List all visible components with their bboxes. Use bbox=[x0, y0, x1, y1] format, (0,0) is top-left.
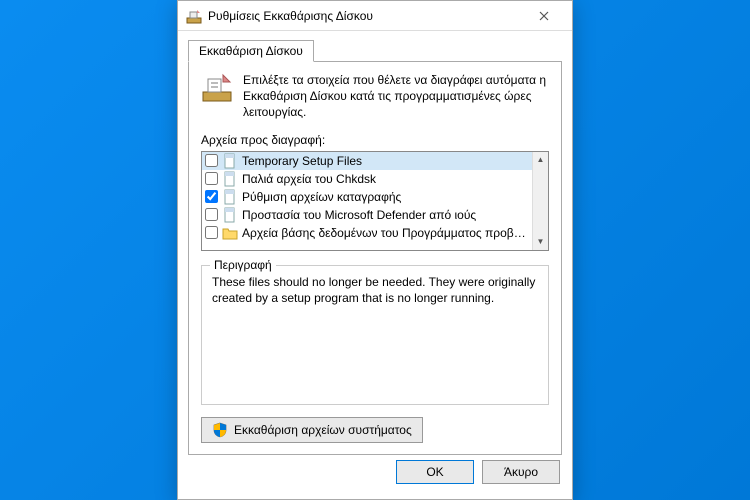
dialog-content: Εκκαθάριση Δίσκου Επιλέξτε τα στοιχεία π… bbox=[178, 31, 572, 455]
files-listbox[interactable]: Temporary Setup Files Παλιά αρχεία του Ch… bbox=[201, 151, 549, 251]
list-item[interactable]: Προστασία του Microsoft Defender από ιού… bbox=[202, 206, 532, 224]
list-item-label: Προστασία του Microsoft Defender από ιού… bbox=[242, 208, 476, 222]
list-item-label: Temporary Setup Files bbox=[242, 154, 362, 168]
titlebar: Ρυθμίσεις Εκκαθάρισης Δίσκου bbox=[178, 1, 572, 31]
shield-icon bbox=[212, 422, 228, 438]
file-icon bbox=[222, 189, 238, 205]
disk-cleanup-icon bbox=[186, 8, 202, 24]
dialog-window: Ρυθμίσεις Εκκαθάρισης Δίσκου Εκκαθάριση … bbox=[177, 0, 573, 500]
list-item-checkbox[interactable] bbox=[205, 190, 218, 203]
file-icon bbox=[222, 153, 238, 169]
description-legend: Περιγραφή bbox=[210, 258, 276, 272]
list-item[interactable]: Temporary Setup Files bbox=[202, 152, 532, 170]
tab-disk-cleanup[interactable]: Εκκαθάριση Δίσκου bbox=[188, 40, 314, 62]
dialog-footer: OK Άκυρο bbox=[178, 455, 572, 499]
ok-button[interactable]: OK bbox=[396, 460, 474, 484]
list-item[interactable]: Αρχεία βάσης δεδομένων του Προγράμματος … bbox=[202, 224, 532, 242]
window-title: Ρυθμίσεις Εκκαθάρισης Δίσκου bbox=[208, 9, 373, 23]
clean-system-files-button[interactable]: Εκκαθάριση αρχείων συστήματος bbox=[201, 417, 423, 443]
list-item-checkbox[interactable] bbox=[205, 226, 218, 239]
scrollbar[interactable]: ▲ ▼ bbox=[532, 152, 548, 250]
tab-panel: Επιλέξτε τα στοιχεία που θέλετε να διαγρ… bbox=[188, 61, 562, 455]
tabstrip: Εκκαθάριση Δίσκου bbox=[188, 40, 562, 62]
list-item-checkbox[interactable] bbox=[205, 154, 218, 167]
list-item[interactable]: Παλιά αρχεία του Chkdsk bbox=[202, 170, 532, 188]
file-icon bbox=[222, 207, 238, 223]
scroll-up-button[interactable]: ▲ bbox=[533, 152, 548, 168]
description-group: Περιγραφή These files should no longer b… bbox=[201, 265, 549, 405]
close-button[interactable] bbox=[524, 2, 564, 30]
list-item-label: Παλιά αρχεία του Chkdsk bbox=[242, 172, 376, 186]
list-item-checkbox[interactable] bbox=[205, 208, 218, 221]
description-text: These files should no longer be needed. … bbox=[212, 274, 538, 306]
list-item-label: Ρύθμιση αρχείων καταγραφής bbox=[242, 190, 401, 204]
list-label: Αρχεία προς διαγραφή: bbox=[201, 133, 549, 147]
list-item-label: Αρχεία βάσης δεδομένων του Προγράμματος … bbox=[242, 226, 529, 240]
folder-icon bbox=[222, 225, 238, 241]
intro-section: Επιλέξτε τα στοιχεία που θέλετε να διαγρ… bbox=[201, 72, 549, 121]
file-icon bbox=[222, 171, 238, 187]
disk-cleanup-large-icon bbox=[201, 72, 233, 104]
list-item[interactable]: Ρύθμιση αρχείων καταγραφής bbox=[202, 188, 532, 206]
intro-text: Επιλέξτε τα στοιχεία που θέλετε να διαγρ… bbox=[243, 72, 549, 121]
scroll-down-button[interactable]: ▼ bbox=[533, 234, 548, 250]
list-item-checkbox[interactable] bbox=[205, 172, 218, 185]
cancel-button[interactable]: Άκυρο bbox=[482, 460, 560, 484]
clean-system-files-label: Εκκαθάριση αρχείων συστήματος bbox=[234, 423, 412, 437]
